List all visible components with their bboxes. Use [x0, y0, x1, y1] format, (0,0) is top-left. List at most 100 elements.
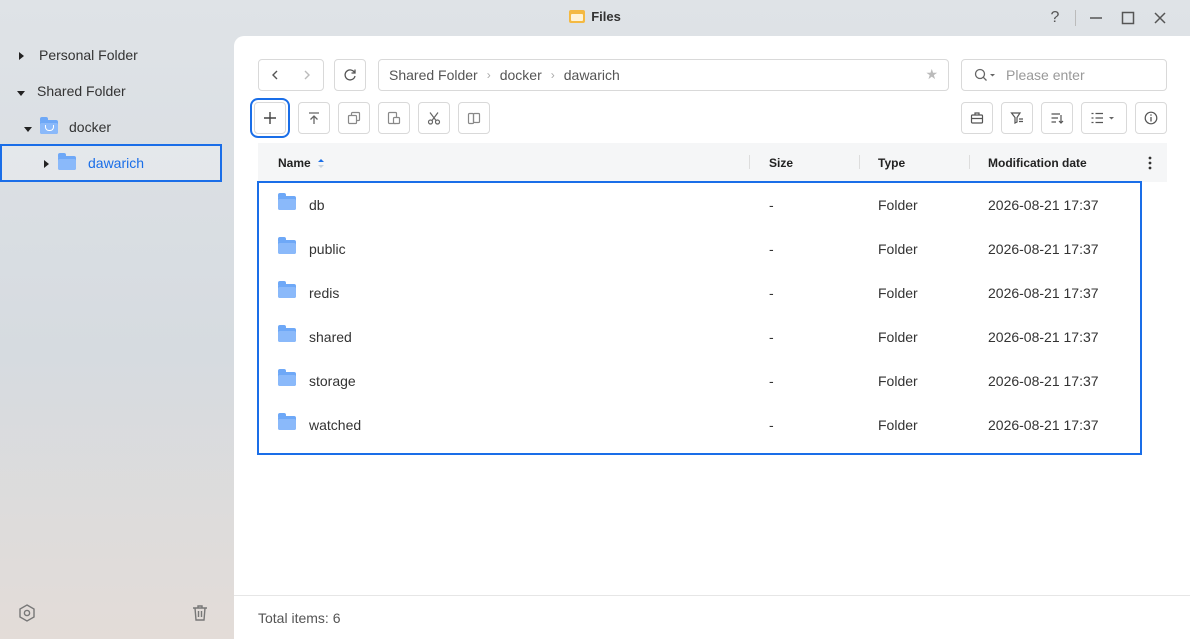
column-header-label: Size [769, 155, 794, 170]
file-type: Folder [878, 417, 918, 433]
sidebar-item-label: Personal Folder [39, 47, 138, 63]
briefcase-icon [970, 112, 984, 124]
sidebar-item-docker[interactable]: docker [0, 109, 234, 145]
forward-button[interactable] [291, 60, 323, 90]
minimize-icon [1090, 17, 1102, 19]
folder-icon [278, 369, 296, 386]
cut-button[interactable] [418, 102, 450, 134]
table-row[interactable]: db - Folder 2026-08-21 17:37 [258, 183, 1141, 227]
chevron-left-icon [272, 70, 278, 80]
plus-icon [264, 112, 276, 124]
sidebar-footer [0, 591, 234, 639]
maximize-icon [1121, 11, 1135, 25]
minimize-button[interactable] [1080, 6, 1112, 30]
toolbox-button[interactable] [961, 102, 993, 134]
upload-icon [309, 112, 319, 124]
column-options-button[interactable] [1148, 143, 1152, 182]
paste-icon [387, 111, 401, 125]
file-date: 2026-08-21 17:37 [988, 197, 1099, 213]
breadcrumb-item[interactable]: Shared Folder [389, 67, 478, 83]
column-header-modification-date[interactable]: Modification date [988, 143, 1087, 182]
paste-button[interactable] [378, 102, 410, 134]
copy-icon [347, 111, 361, 125]
column-header-name[interactable]: Name [278, 143, 326, 182]
info-button[interactable] [1135, 102, 1167, 134]
file-type: Folder [878, 285, 918, 301]
view-mode-dropdown[interactable] [1081, 102, 1127, 134]
breadcrumb-item[interactable]: dawarich [564, 67, 620, 83]
chevron-right-icon: › [550, 68, 555, 82]
folder-icon [278, 281, 296, 298]
collapse-caret-icon[interactable] [24, 119, 40, 135]
recycle-bin-icon[interactable] [190, 603, 210, 623]
move-button[interactable] [458, 102, 490, 134]
column-header-label: Name [278, 155, 311, 170]
file-name: redis [309, 285, 340, 301]
total-items-count: Total items: 6 [258, 609, 341, 626]
table-row[interactable]: storage - Folder 2026-08-21 17:37 [258, 359, 1141, 403]
expand-caret-icon[interactable] [44, 155, 58, 171]
divider [1075, 10, 1076, 26]
column-header-type[interactable]: Type [878, 143, 905, 182]
help-button[interactable]: ? [1039, 6, 1071, 30]
folder-icon [278, 325, 296, 342]
window-title-text: Files [591, 9, 621, 24]
folder-icon [278, 413, 296, 430]
upload-button[interactable] [298, 102, 330, 134]
status-bar: Total items: 6 [234, 595, 1190, 639]
scissors-icon [427, 112, 441, 125]
list-view-icon [1091, 112, 1114, 124]
new-button[interactable] [250, 98, 290, 138]
search-box [961, 59, 1167, 91]
sidebar-item-dawarich[interactable]: dawarich [0, 144, 222, 182]
column-header-label: Modification date [988, 155, 1087, 170]
sort-icon [1051, 113, 1064, 124]
file-size: - [769, 241, 774, 257]
file-list: db - Folder 2026-08-21 17:37 public - Fo… [257, 181, 1142, 455]
refresh-icon [344, 69, 356, 81]
file-type: Folder [878, 329, 918, 345]
filter-button[interactable] [1001, 102, 1033, 134]
maximize-button[interactable] [1112, 6, 1144, 30]
folder-icon [278, 193, 296, 210]
column-header-size[interactable]: Size [769, 143, 793, 182]
breadcrumb-item[interactable]: docker [500, 67, 542, 83]
file-date: 2026-08-21 17:37 [988, 241, 1099, 257]
close-button[interactable] [1144, 6, 1176, 30]
file-type: Folder [878, 241, 918, 257]
docker-folder-icon [40, 117, 58, 134]
expand-caret-icon[interactable] [19, 47, 39, 63]
settings-icon[interactable] [17, 603, 37, 623]
file-size: - [769, 417, 774, 433]
file-name: db [309, 197, 325, 213]
sort-button[interactable] [1041, 102, 1073, 134]
column-header-label: Type [878, 155, 906, 170]
filter-icon [1010, 112, 1023, 124]
favorite-star-icon[interactable]: ★ [925, 66, 938, 83]
move-icon [467, 112, 481, 125]
search-input[interactable] [1006, 67, 1146, 83]
table-row[interactable]: shared - Folder 2026-08-21 17:37 [258, 315, 1141, 359]
file-name: public [309, 241, 346, 257]
table-row[interactable]: watched - Folder 2026-08-21 17:37 [258, 403, 1141, 447]
chevron-right-icon [304, 70, 310, 80]
refresh-button[interactable] [334, 59, 366, 91]
sidebar-item-shared-folder[interactable]: Shared Folder [0, 73, 234, 109]
sidebar-item-label: docker [69, 119, 112, 135]
more-vertical-icon [1148, 156, 1152, 169]
chevron-right-icon: › [486, 68, 491, 82]
sidebar-item-personal-folder[interactable]: Personal Folder [0, 37, 234, 73]
file-size: - [769, 197, 774, 213]
copy-button[interactable] [338, 102, 370, 134]
folder-icon [278, 237, 296, 254]
collapse-caret-icon[interactable] [17, 83, 37, 99]
main-panel: Shared Folder › docker › dawarich ★ Plea… [234, 36, 1190, 639]
file-size: - [769, 329, 774, 345]
table-row[interactable]: public - Folder 2026-08-21 17:37 [258, 227, 1141, 271]
file-date: 2026-08-21 17:37 [988, 329, 1099, 345]
table-row[interactable]: redis - Folder 2026-08-21 17:37 [258, 271, 1141, 315]
back-button[interactable] [259, 60, 291, 90]
table-header: Name Size Type Modification date [258, 143, 1167, 182]
search-icon[interactable] [974, 68, 996, 82]
file-type: Folder [878, 373, 918, 389]
